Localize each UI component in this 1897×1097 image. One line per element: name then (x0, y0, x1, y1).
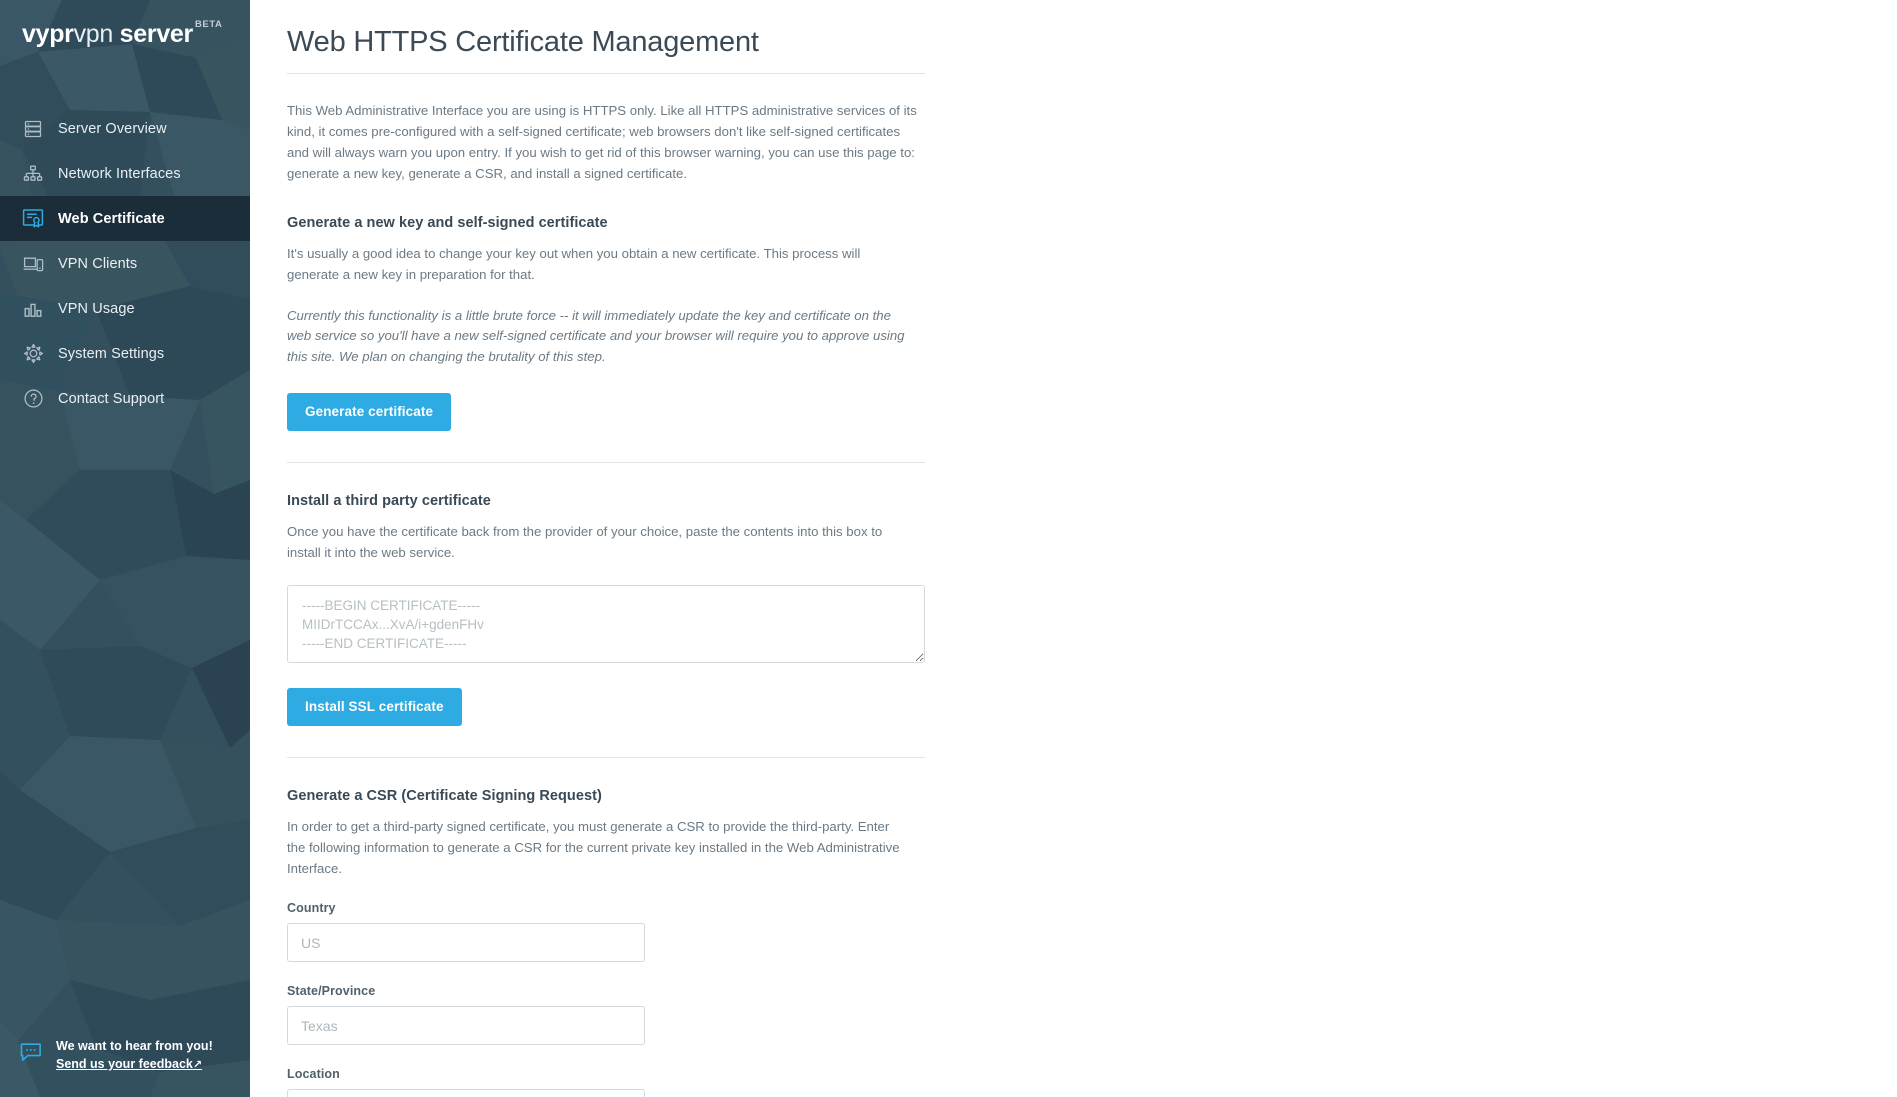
gear-icon (20, 341, 46, 367)
feedback-link[interactable]: Send us your feedback↗ (56, 1056, 202, 1072)
certificate-textarea[interactable] (287, 584, 925, 663)
sidebar-item-contact-support[interactable]: Contact Support (0, 376, 250, 421)
sidebar-nav: Server Overview Network Interfaces Web C… (0, 106, 250, 421)
section-install-body: Once you have the certificate back from … (287, 524, 883, 560)
sidebar-item-network-interfaces[interactable]: Network Interfaces (0, 151, 250, 196)
question-circle-icon (20, 386, 46, 412)
feedback-title: We want to hear from you! (56, 1039, 213, 1053)
chat-bubble-icon (20, 1042, 46, 1068)
country-input[interactable] (287, 923, 645, 963)
brand-beta-badge: BETA (194, 18, 223, 30)
sidebar-item-system-settings[interactable]: System Settings (0, 331, 250, 376)
sidebar-item-vpn-usage[interactable]: VPN Usage (0, 286, 250, 331)
bar-chart-icon (20, 296, 46, 322)
brand-name-light: vpn (73, 20, 114, 48)
content-column: Web HTTPS Certificate Management This We… (287, 0, 925, 1097)
sidebar-item-label: Web Certificate (58, 210, 165, 227)
section-generate-title: Generate a new key and self-signed certi… (287, 214, 608, 231)
main-content: Web HTTPS Certificate Management This We… (250, 0, 1897, 1097)
devices-icon (20, 251, 46, 277)
generate-certificate-button[interactable]: Generate certificate (287, 393, 452, 432)
page-title: Web HTTPS Certificate Management (287, 0, 925, 75)
sidebar-item-server-overview[interactable]: Server Overview (0, 106, 250, 151)
sidebar-item-vpn-clients[interactable]: VPN Clients (0, 241, 250, 286)
location-field-label: Location (287, 1067, 340, 1082)
sidebar-item-label: VPN Usage (58, 300, 135, 317)
install-ssl-certificate-button[interactable]: Install SSL certificate (287, 687, 462, 726)
sidebar: vyprvpn server BETA Server Overview Netw… (0, 0, 250, 1097)
network-tree-icon (20, 161, 46, 187)
brand-logo[interactable]: vyprvpn server BETA (22, 18, 232, 54)
state-province-field-label: State/Province (287, 984, 376, 999)
sidebar-item-label: VPN Clients (58, 255, 138, 272)
server-rack-icon (20, 116, 46, 142)
brand-name-bold-1: vypr (22, 20, 74, 48)
state-province-input[interactable] (287, 1006, 645, 1046)
feedback-link-label: Send us your feedback (56, 1057, 193, 1071)
feedback-block[interactable]: We want to hear from you! Send us your f… (20, 1038, 235, 1074)
app-root: vyprvpn server BETA Server Overview Netw… (0, 0, 1897, 1097)
section-generate-note: Currently this functionality is a little… (287, 307, 905, 365)
section-csr-body: In order to get a third-party signed cer… (287, 818, 900, 876)
brand-name-bold-2: server (113, 20, 194, 48)
section-install-certificate: Install a third party certificate Once y… (287, 463, 925, 726)
sidebar-item-label: System Settings (58, 345, 165, 362)
certificate-icon (20, 206, 46, 232)
sidebar-item-web-certificate[interactable]: Web Certificate (0, 196, 250, 241)
section-generate-key: Generate a new key and self-signed certi… (287, 185, 925, 432)
external-link-arrow-icon: ↗ (192, 1059, 203, 1071)
sidebar-item-label: Server Overview (58, 120, 167, 137)
location-input[interactable] (287, 1089, 645, 1097)
country-field-label: Country (287, 901, 336, 916)
section-install-title: Install a third party certificate (287, 493, 491, 510)
section-csr-title: Generate a CSR (Certificate Signing Requ… (287, 787, 602, 804)
intro-paragraph: This Web Administrative Interface you ar… (287, 103, 917, 181)
section-generate-csr: Generate a CSR (Certificate Signing Requ… (287, 758, 925, 1097)
sidebar-item-label: Contact Support (58, 390, 165, 407)
sidebar-item-label: Network Interfaces (58, 165, 181, 182)
section-generate-body: It's usually a good idea to change your … (287, 245, 861, 282)
